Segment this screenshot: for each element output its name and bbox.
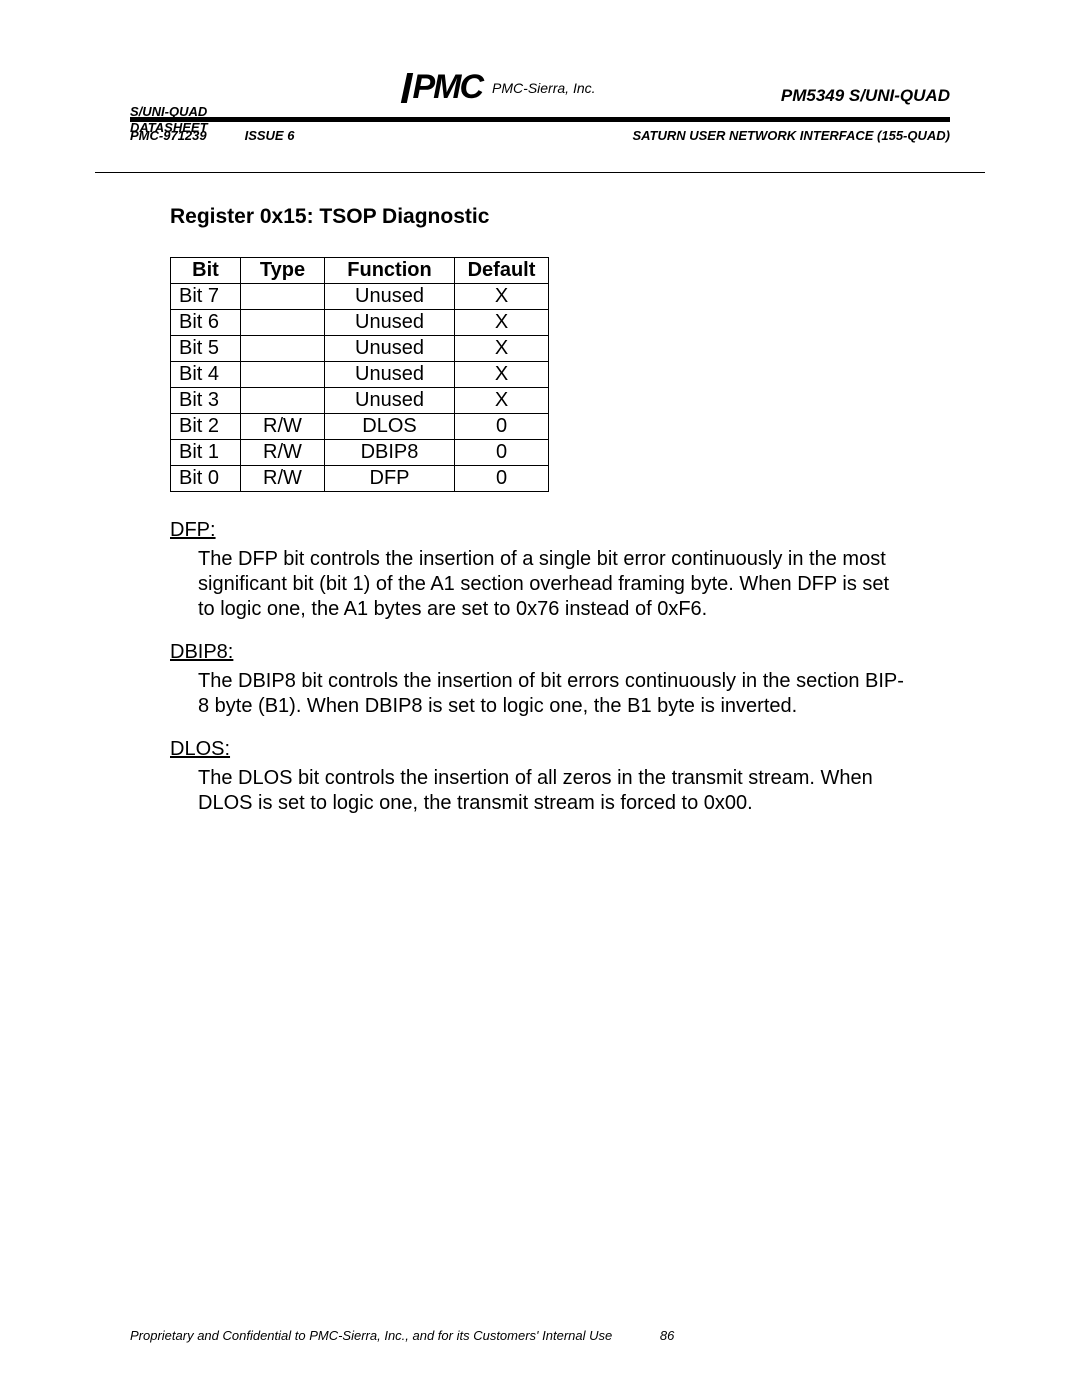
cell-def: X [455,284,549,310]
cell-func: Unused [325,310,455,336]
description-dfp: DFP: The DFP bit controls the insertion … [170,518,910,816]
header-thin-rule [95,172,985,173]
page-number: 86 [660,1328,674,1343]
header-thick-rule [130,117,950,122]
product-code: PM5349 S/UNI-QUAD [781,86,950,106]
header-row-bottom: PMC-971239 ISSUE 6 SATURN USER NETWORK I… [130,128,950,143]
col-func: Function [325,258,455,284]
cell-type: R/W [241,414,325,440]
desc-body: The DLOS bit controls the insertion of a… [198,766,910,816]
col-bit: Bit [171,258,241,284]
pmc-logo-icon: PMC [404,68,482,107]
cell-bit: Bit 3 [171,388,241,414]
company-name: PMC-Sierra, Inc. [492,80,595,96]
col-def: Default [455,258,549,284]
page-footer: Proprietary and Confidential to PMC-Sier… [130,1328,674,1343]
cell-type [241,362,325,388]
cell-def: 0 [455,466,549,492]
cell-func: Unused [325,362,455,388]
header-left-stack: S/UNI-QUAD DATASHEET [130,104,208,137]
cell-bit: Bit 0 [171,466,241,492]
table-row: Bit 4 Unused X [171,362,549,388]
cell-type [241,310,325,336]
cell-type [241,336,325,362]
doc-subtitle: SATURN USER NETWORK INTERFACE (155-QUAD) [632,128,950,143]
table-row: Bit 3 Unused X [171,388,549,414]
issue-number: ISSUE 6 [245,128,295,143]
footer-text: Proprietary and Confidential to PMC-Sier… [130,1328,612,1343]
cell-def: 0 [455,440,549,466]
cell-def: X [455,310,549,336]
desc-body: The DBIP8 bit controls the insertion of … [198,669,910,719]
cell-func: Unused [325,284,455,310]
table-row: Bit 1 R/W DBIP8 0 [171,440,549,466]
cell-bit: Bit 7 [171,284,241,310]
table-row: Bit 7 Unused X [171,284,549,310]
header-row-top: S/UNI-QUAD DATASHEET PMC PMC-Sierra, Inc… [130,68,950,107]
cell-bit: Bit 6 [171,310,241,336]
product-line2: DATASHEET [130,120,208,136]
table-body: Bit 7 Unused X Bit 6 Unused X Bit 5 Unus… [171,284,549,492]
table-row: Bit 5 Unused X [171,336,549,362]
cell-bit: Bit 4 [171,362,241,388]
page: S/UNI-QUAD DATASHEET PMC PMC-Sierra, Inc… [0,0,1080,1397]
cell-def: X [455,388,549,414]
col-type: Type [241,258,325,284]
desc-label: DBIP8: [170,640,910,665]
table-row: Bit 0 R/W DFP 0 [171,466,549,492]
cell-def: X [455,362,549,388]
cell-bit: Bit 2 [171,414,241,440]
desc-body: The DFP bit controls the insertion of a … [198,547,910,622]
cell-type: R/W [241,466,325,492]
cell-bit: Bit 1 [171,440,241,466]
table-header-row: Bit Type Function Default [171,258,549,284]
page-header: S/UNI-QUAD DATASHEET PMC PMC-Sierra, Inc… [130,68,950,143]
cell-type [241,284,325,310]
cell-type: R/W [241,440,325,466]
desc-label: DLOS: [170,737,910,762]
desc-label: DFP: [170,518,910,543]
register-table: Bit Type Function Default Bit 7 Unused X… [170,257,549,492]
table-row: Bit 2 R/W DLOS 0 [171,414,549,440]
cell-func: Unused [325,336,455,362]
content: Register 0x15: TSOP Diagnostic Bit Type … [170,205,910,834]
section-title: Register 0x15: TSOP Diagnostic [170,205,910,229]
cell-def: 0 [455,414,549,440]
logo-wrap: PMC PMC-Sierra, Inc. [404,68,595,107]
cell-def: X [455,336,549,362]
cell-func: Unused [325,388,455,414]
cell-type [241,388,325,414]
cell-func: DLOS [325,414,455,440]
table-row: Bit 6 Unused X [171,310,549,336]
cell-func: DFP [325,466,455,492]
cell-bit: Bit 5 [171,336,241,362]
cell-func: DBIP8 [325,440,455,466]
product-line1: S/UNI-QUAD [130,104,208,120]
